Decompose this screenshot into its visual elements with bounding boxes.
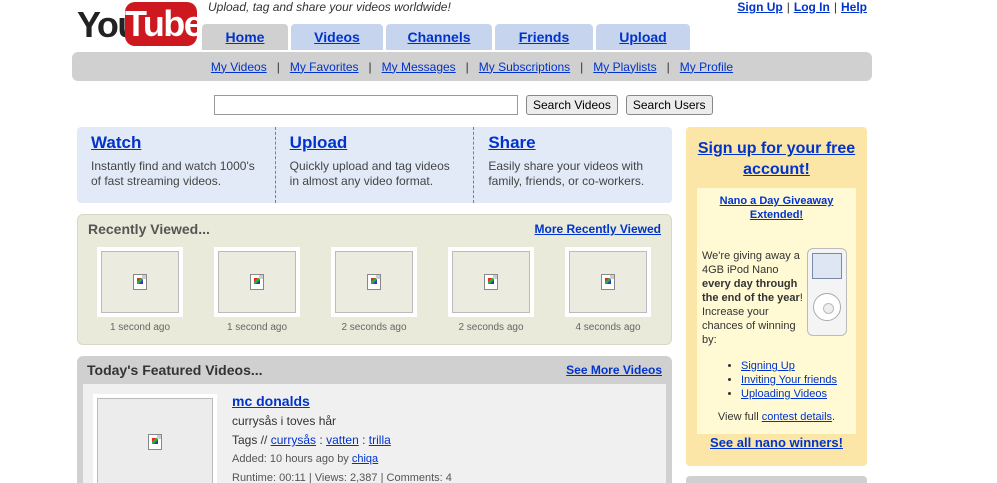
broken-image-icon — [601, 274, 615, 290]
search-users-button[interactable]: Search Users — [625, 95, 713, 115]
subnav-my-messages[interactable]: My Messages — [382, 60, 456, 74]
tag-link[interactable]: currysås — [271, 433, 316, 447]
recent-time: 4 seconds ago — [575, 322, 641, 333]
search-bar: Search Videos Search Users — [214, 95, 713, 115]
share-link[interactable]: Share — [488, 133, 658, 153]
subnav-separator: | — [276, 59, 280, 74]
recent-video-thumb[interactable]: 1 second ago — [214, 247, 300, 333]
sign-up-link[interactable]: Sign Up — [737, 0, 782, 14]
watch-text: Instantly find and watch 1000's of fast … — [91, 159, 255, 188]
inviting-friends-link[interactable]: Inviting Your friends — [741, 374, 837, 386]
subnav-separator: | — [580, 59, 584, 74]
recently-viewed-panel: Recently Viewed... More Recently Viewed … — [77, 214, 672, 345]
account-links: Sign Up | Log In | Help — [737, 0, 867, 14]
contest-suffix: . — [832, 411, 836, 423]
signup-free-account-link[interactable]: Sign up for your free account! — [698, 140, 855, 178]
share-text: Easily share your videos with family, fr… — [488, 159, 645, 188]
recent-video-thumb[interactable]: 2 seconds ago — [448, 247, 534, 333]
signup-promo-box: Sign up for your free account! Nano a Da… — [686, 127, 867, 466]
featured-video-thumb[interactable] — [93, 394, 217, 483]
logo-tube-text: Tube — [125, 2, 204, 46]
youtube-logo[interactable]: You Tube — [77, 2, 204, 48]
contest-prefix: View full — [717, 411, 762, 423]
tagline: Upload, tag and share your videos worldw… — [208, 0, 451, 14]
recent-time: 1 second ago — [109, 322, 171, 333]
giveaway-text-part: We're giving away a 4GB iPod Nano — [702, 250, 800, 276]
tab-home[interactable]: Home — [202, 24, 288, 50]
tab-channels[interactable]: Channels — [386, 24, 492, 50]
subnav-separator: | — [465, 59, 469, 74]
video-stats: Runtime: 00:11 | Views: 2,387 | Comments… — [232, 472, 452, 483]
main-tabs: Home Videos Channels Friends Upload — [202, 24, 690, 50]
recent-video-thumb[interactable]: 4 seconds ago — [565, 247, 651, 333]
giveaway-text-bold: every day through the end of the year — [702, 278, 800, 304]
more-recently-viewed-link[interactable]: More Recently Viewed — [535, 222, 662, 236]
intro-watch: Watch Instantly find and watch 1000's of… — [77, 127, 275, 203]
uploader-link[interactable]: chiqa — [352, 453, 378, 465]
tags-label: Tags // — [232, 433, 268, 447]
upload-link[interactable]: Upload — [290, 133, 460, 153]
recently-viewed-title: Recently Viewed... — [88, 221, 210, 237]
contest-details-link[interactable]: contest details — [762, 411, 832, 423]
featured-video-description: currysås i toves hår — [232, 414, 337, 428]
tab-videos[interactable]: Videos — [291, 24, 383, 50]
intro-upload: Upload Quickly upload and tag videos in … — [274, 127, 474, 203]
giveaway-title-link[interactable]: Nano a Day Giveaway Extended! — [720, 195, 834, 221]
nano-giveaway-box: Nano a Day Giveaway Extended! We're givi… — [697, 188, 856, 434]
toplinks-separator: | — [833, 0, 837, 14]
recent-time: 2 seconds ago — [341, 322, 407, 333]
broken-image-icon — [367, 274, 381, 290]
broken-image-icon — [148, 434, 162, 450]
subnav-my-playlists[interactable]: My Playlists — [593, 60, 656, 74]
uploading-videos-link[interactable]: Uploading Videos — [741, 388, 827, 400]
giveaway-text: We're giving away a 4GB iPod Nano every … — [702, 249, 807, 347]
log-in-link[interactable]: Log In — [794, 0, 830, 14]
intro-panel: Watch Instantly find and watch 1000's of… — [77, 127, 672, 203]
next-sidebar-box — [686, 476, 867, 483]
featured-title: Today's Featured Videos... — [87, 362, 263, 378]
subnav-separator: | — [666, 59, 670, 74]
giveaway-ways-list: Signing Up Inviting Your friends Uploadi… — [741, 359, 837, 401]
help-link[interactable]: Help — [841, 0, 867, 14]
sub-navigation: My Videos | My Favorites | My Messages | My… — [72, 52, 872, 81]
recent-time: 1 second ago — [226, 322, 288, 333]
tab-friends[interactable]: Friends — [495, 24, 593, 50]
toplinks-separator: | — [786, 0, 790, 14]
broken-image-icon — [484, 274, 498, 290]
recent-video-thumb[interactable]: 2 seconds ago — [331, 247, 417, 333]
signing-up-link[interactable]: Signing Up — [741, 360, 795, 372]
see-more-videos-link[interactable]: See More Videos — [566, 363, 662, 377]
tab-upload[interactable]: Upload — [596, 24, 690, 50]
recent-video-thumb[interactable]: 1 second ago — [97, 247, 183, 333]
watch-link[interactable]: Watch — [91, 133, 261, 153]
subnav-my-favorites[interactable]: My Favorites — [290, 60, 359, 74]
intro-share: Share Easily share your videos with fami… — [473, 127, 672, 203]
featured-video-item: mc donalds currysås i toves hår Tags // … — [83, 384, 666, 483]
search-videos-button[interactable]: Search Videos — [526, 95, 618, 115]
subnav-my-subscriptions[interactable]: My Subscriptions — [479, 60, 570, 74]
broken-image-icon — [133, 274, 147, 290]
featured-videos-panel: Today's Featured Videos... See More Vide… — [77, 356, 672, 483]
subnav-separator: | — [368, 59, 372, 74]
tag-link[interactable]: trilla — [369, 433, 391, 447]
featured-video-title[interactable]: mc donalds — [232, 393, 310, 409]
upload-text: Quickly upload and tag videos in almost … — [289, 159, 450, 188]
subnav-my-videos[interactable]: My Videos — [211, 60, 267, 74]
ipod-nano-image — [807, 248, 847, 336]
recent-time: 2 seconds ago — [458, 322, 524, 333]
subnav-my-profile[interactable]: My Profile — [680, 60, 733, 74]
tag-link[interactable]: vatten — [326, 433, 359, 447]
search-input[interactable] — [214, 95, 518, 115]
broken-image-icon — [250, 274, 264, 290]
see-nano-winners-link[interactable]: See all nano winners! — [710, 435, 843, 450]
added-label: Added: 10 hours ago by — [232, 453, 349, 465]
